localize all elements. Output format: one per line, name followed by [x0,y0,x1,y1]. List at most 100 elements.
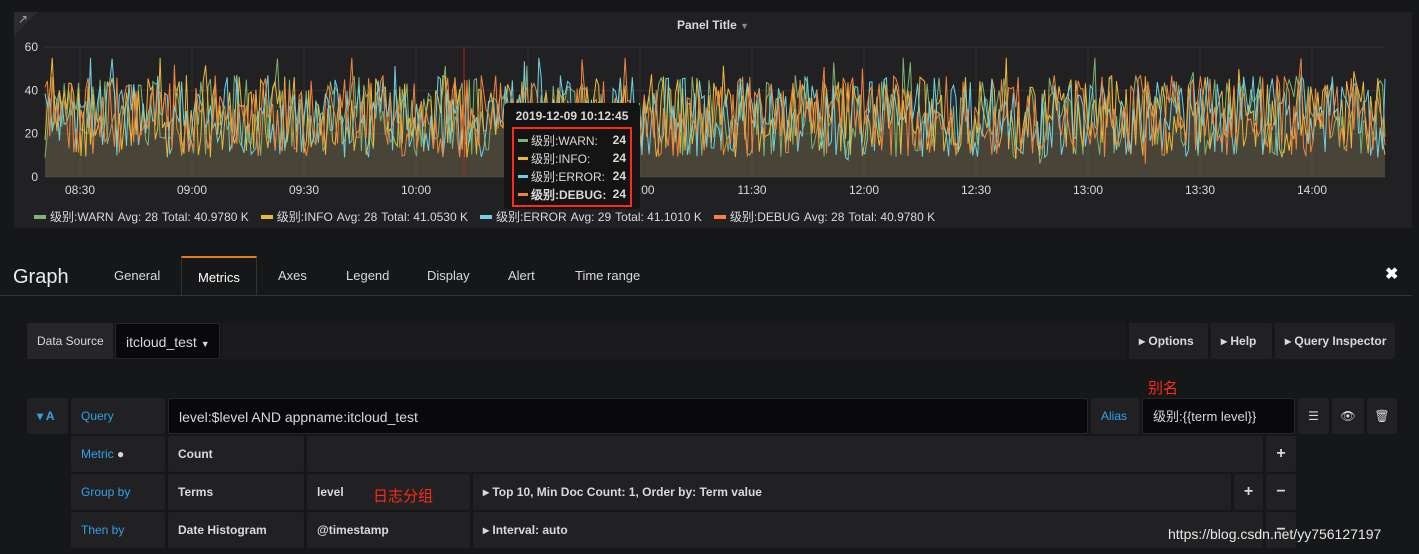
tooltip-swatch [518,156,528,160]
panel-title-text: Panel Title [676,18,737,32]
groupby-options-text: Top 10, Min Doc Count: 1, Order by: Term… [492,485,762,499]
query-label: Query [71,398,165,434]
tooltip-value: 24 [612,169,626,183]
metric-label-text: Metric [81,447,114,461]
trash-icon[interactable]: 🗑 [1367,398,1397,434]
eye-icon[interactable]: 👁 [1332,398,1364,434]
legend-item[interactable]: 级别:ERROR Avg: 29 Total: 41.1010 K [480,208,702,225]
query-inspector-label: Query Inspector [1294,334,1387,348]
groupby-annotation: 日志分组 [373,488,434,505]
x-tick-label: 12:30 [961,183,991,197]
query-input[interactable]: level:$level AND appname:itcloud_test [168,398,1088,434]
legend-name: 级别:DEBUG [729,210,800,224]
tooltip-values: 级别:WARN: 24 级别:INFO: 24 级别:ERROR: 24 级别:DEBUG:… [512,127,632,207]
legend-name: 级别:INFO [276,210,333,224]
thenby-label: Then by [71,512,165,548]
tab-time-range[interactable]: Time range [559,256,656,296]
groupby-options[interactable]: ▸ Top 10, Min Doc Count: 1, Order by: Te… [473,474,1231,510]
metric-label: Metric ● [71,436,165,472]
datasource-label: Data Source [27,323,113,359]
x-tick-label: 13:30 [1185,183,1215,197]
legend-name: 级别:ERROR [496,210,567,224]
query-ref-id: A [45,409,55,423]
legend-item[interactable]: 级别:WARN Avg: 28 Total: 40.9780 K [34,208,249,225]
legend-swatch [713,214,726,219]
y-tick-label: 0 [31,170,38,184]
tooltip-swatch [518,138,528,142]
tooltip-row: 级别:DEBUG: 24 [518,185,626,203]
x-tick-label: 12:00 [849,183,879,197]
groupby-label: Group by [71,474,165,510]
metric-type-select[interactable]: Count [168,436,304,472]
add-groupby-button[interactable]: + [1234,474,1263,510]
datasource-spacer [222,323,1126,359]
thenby-options[interactable]: ▸ Interval: auto [473,512,1263,548]
caret-down-icon: ▼ [200,339,210,349]
x-tick-label: 14:00 [1297,183,1327,197]
legend-total: Total: 41.0530 K [381,209,468,224]
remove-groupby-button[interactable]: − [1266,474,1296,510]
tooltip-value: 24 [612,133,626,147]
x-tick-label: 09:00 [177,183,207,197]
y-tick-label: 40 [25,83,39,97]
tab-axes[interactable]: Axes [262,256,323,296]
datasource-select[interactable]: itcloud_test ▼ [115,323,220,359]
tooltip-series-name: 级别:ERROR: [531,169,606,184]
add-metric-button[interactable]: + [1266,436,1296,472]
legend-swatch [480,214,492,219]
legend: 级别:WARN Avg: 28 Total: 40.9780 K 级别:INFO Avg… [34,208,935,225]
graph-chart[interactable]: 020406008:3009:0009:3010:0010:3011:0011:… [14,12,1412,228]
editor-title: Graph [13,266,69,288]
tab-alert[interactable]: Alert [492,256,551,296]
alias-annotation: 别名 [1148,380,1179,397]
metric-spacer [307,436,1263,472]
x-tick-label: 13:00 [1073,183,1103,197]
legend-total: Total: 40.9780 K [162,209,249,224]
legend-total: Total: 40.9780 K [848,209,936,224]
tooltip-swatch [518,174,528,178]
help-button[interactable]: ▸ Help [1211,323,1272,359]
tooltip-row: 级别:INFO: 24 [518,149,626,167]
caret-down-icon: ▼ [740,21,750,31]
query-collapse-toggle[interactable]: ▾ A [27,398,68,434]
legend-avg: Avg: 29 [570,209,612,224]
tab-metrics[interactable]: Metrics [181,256,257,296]
tooltip-series-name: 级别:WARN: [531,133,598,148]
alias-label: Alias [1091,398,1139,434]
tooltip-series-name: 级别:DEBUG: [531,187,607,202]
thenby-field-select[interactable]: @timestamp [307,512,470,548]
y-tick-label: 60 [25,40,39,54]
options-label: Options [1148,334,1194,348]
thenby-options-text: Interval: auto [492,523,568,537]
menu-icon[interactable]: ☰ [1298,398,1329,434]
tooltip-row: 级别:WARN: 24 [518,131,626,149]
legend-item[interactable]: 级别:INFO Avg: 28 Total: 41.0530 K [260,208,468,225]
graph-tooltip: 2019-12-09 10:12:45 级别:WARN: 24 级别:INFO: 24… [504,103,640,209]
tooltip-series-name: 级别:INFO: [531,151,591,166]
help-label: Help [1230,334,1257,348]
x-tick-label: 10:00 [401,183,431,197]
legend-avg: Avg: 28 [117,209,159,224]
tab-general[interactable]: General [98,256,176,296]
thenby-type-select[interactable]: Date Histogram [168,512,304,548]
x-tick-label: 08:30 [65,183,95,197]
datasource-value: itcloud_test [126,334,197,350]
groupby-type-select[interactable]: Terms [168,474,304,510]
legend-name: 级别:WARN [50,210,114,224]
options-button[interactable]: ▸ Options [1129,323,1208,359]
legend-item[interactable]: 级别:DEBUG Avg: 28 Total: 40.9780 K [713,208,936,225]
eye-icon[interactable]: ● [117,447,124,461]
legend-total: Total: 41.1010 K [615,209,702,224]
legend-swatch [34,214,46,219]
panel-title[interactable]: Panel Title ▼ [14,18,1412,32]
query-inspector-button[interactable]: ▸ Query Inspector [1275,323,1395,359]
tooltip-value: 24 [612,187,626,201]
graph-panel: 020406008:3009:0009:3010:0010:3011:0011:… [14,12,1412,228]
tooltip-time: 2019-12-09 10:12:45 [515,109,629,123]
close-icon[interactable]: ✖ [1385,264,1398,284]
tab-display[interactable]: Display [411,256,486,296]
tab-legend[interactable]: Legend [330,256,405,296]
legend-avg: Avg: 28 [803,209,845,224]
tooltip-swatch [518,192,528,196]
alias-input[interactable]: 级别:{{term level}} [1142,398,1295,434]
